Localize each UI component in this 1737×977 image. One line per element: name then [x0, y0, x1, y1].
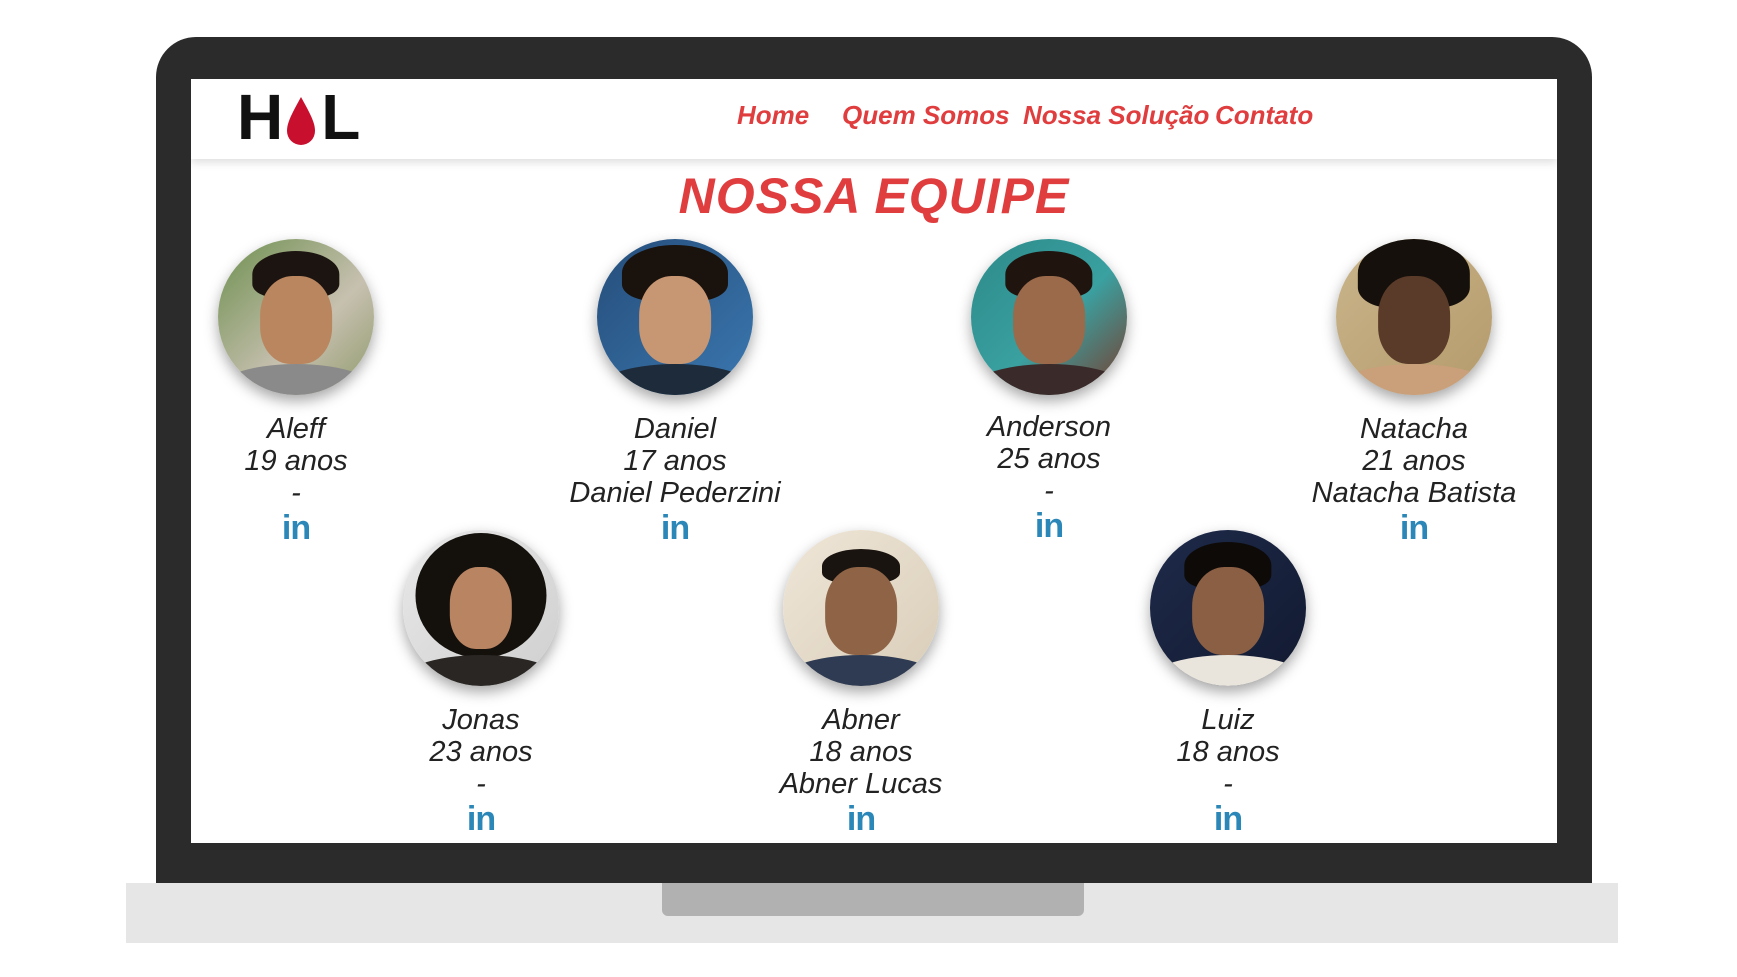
- member-extra: -: [1223, 768, 1233, 800]
- laptop-screen: H L Home Quem Somos Nossa Solução Contat…: [191, 79, 1557, 843]
- site-header: H L Home Quem Somos Nossa Solução Contat…: [191, 79, 1557, 159]
- avatar: [597, 239, 753, 395]
- avatar: [1336, 239, 1492, 395]
- team-member-anderson: Anderson 25 anos - in: [884, 239, 1214, 543]
- linkedin-icon[interactable]: in: [847, 802, 876, 836]
- member-name: Luiz: [1201, 704, 1255, 736]
- avatar: [971, 239, 1127, 395]
- member-name: Jonas: [442, 704, 520, 736]
- nav-quem-somos[interactable]: Quem Somos: [842, 95, 1010, 135]
- team-member-natacha: Natacha 21 anos Natacha Batista in: [1249, 239, 1557, 545]
- member-age: 19 anos: [244, 445, 348, 477]
- linkedin-icon[interactable]: in: [1035, 509, 1064, 543]
- avatar: [1150, 530, 1306, 686]
- avatar: [218, 239, 374, 395]
- member-extra: Natacha Batista: [1311, 477, 1517, 509]
- member-age: 21 anos: [1362, 445, 1466, 477]
- linkedin-icon[interactable]: in: [661, 511, 690, 545]
- nav-nossa-solucao[interactable]: Nossa Solução: [1023, 95, 1209, 135]
- member-extra: -: [1044, 475, 1054, 507]
- team-member-daniel: Daniel 17 anos Daniel Pederzini in: [510, 239, 840, 545]
- member-name: Natacha: [1359, 413, 1468, 445]
- member-age: 18 anos: [809, 736, 913, 768]
- linkedin-icon[interactable]: in: [1400, 511, 1429, 545]
- member-extra: -: [476, 768, 486, 800]
- team-member-jonas: Jonas 23 anos - in: [316, 530, 646, 836]
- nav-contato[interactable]: Contato: [1215, 95, 1313, 135]
- member-age: 23 anos: [429, 736, 533, 768]
- blood-drop-icon: [287, 97, 316, 145]
- logo-letter-l: L: [321, 81, 360, 153]
- avatar: [403, 530, 559, 686]
- linkedin-icon[interactable]: in: [467, 802, 496, 836]
- member-name: Daniel: [633, 413, 717, 445]
- member-age: 17 anos: [623, 445, 727, 477]
- member-name: Abner: [822, 704, 900, 736]
- linkedin-icon[interactable]: in: [1214, 802, 1243, 836]
- member-name: Anderson: [986, 411, 1112, 443]
- hl-logo[interactable]: H L: [237, 81, 360, 153]
- member-extra: Daniel Pederzini: [569, 477, 781, 509]
- member-extra: -: [291, 477, 301, 509]
- linkedin-icon[interactable]: in: [282, 511, 311, 545]
- member-extra: Abner Lucas: [779, 768, 943, 800]
- logo-letter-h: H: [237, 81, 283, 153]
- page-title: NOSSA EQUIPE: [678, 168, 1070, 224]
- nav-home[interactable]: Home: [737, 95, 809, 135]
- member-age: 18 anos: [1176, 736, 1280, 768]
- team-member-luiz: Luiz 18 anos - in: [1063, 530, 1393, 836]
- member-age: 25 anos: [997, 443, 1101, 475]
- team-member-abner: Abner 18 anos Abner Lucas in: [696, 530, 1026, 836]
- member-name: Aleff: [266, 413, 326, 445]
- laptop-trackpad: [662, 883, 1084, 916]
- team-member-aleff: Aleff 19 anos - in: [191, 239, 461, 545]
- avatar: [783, 530, 939, 686]
